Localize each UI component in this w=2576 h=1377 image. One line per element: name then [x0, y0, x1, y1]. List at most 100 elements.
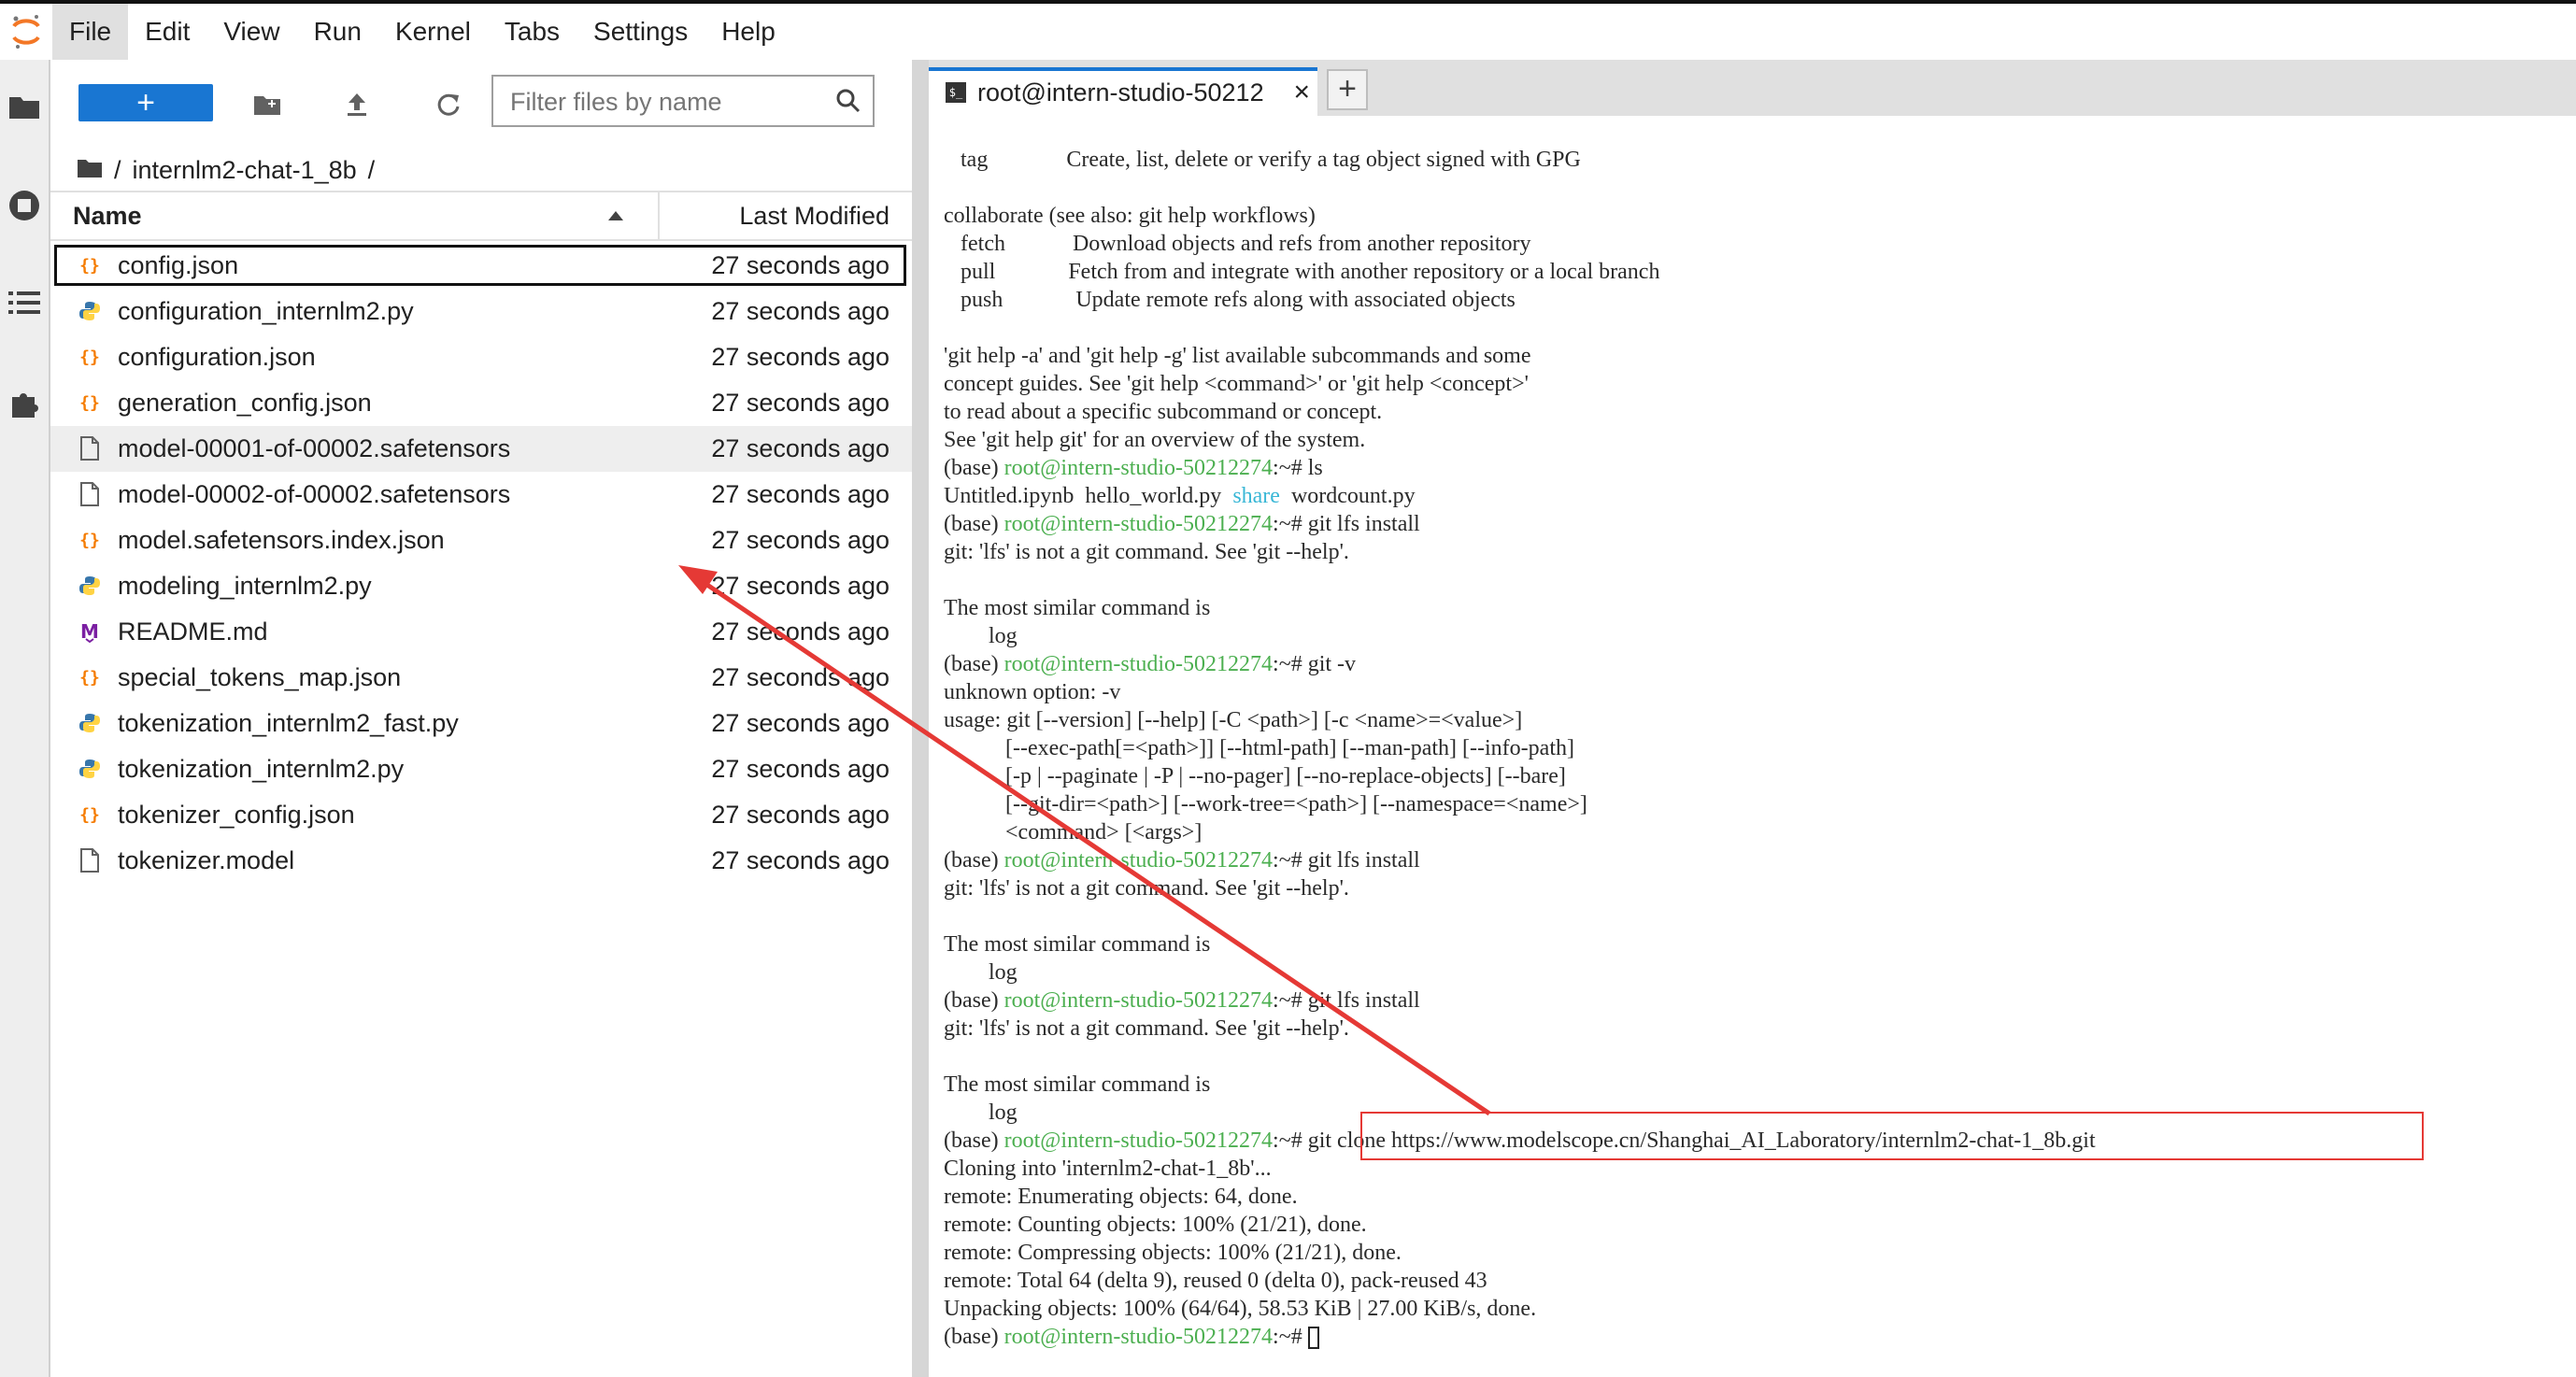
output-text: fetch Download objects and refs from ano…: [944, 232, 1531, 256]
file-icon: [77, 481, 103, 507]
table-of-contents-icon[interactable]: [6, 284, 43, 321]
output-text: <command> [<args>]: [944, 820, 1203, 845]
output-text: log: [944, 624, 1018, 648]
folder-icon[interactable]: [6, 88, 43, 125]
prompt-suffix: :~#: [1273, 456, 1308, 480]
directory-name: share: [1232, 484, 1280, 508]
extension-manager-icon[interactable]: [6, 385, 43, 422]
new-launcher-button[interactable]: +: [78, 84, 213, 121]
file-row[interactable]: M README.md 27 seconds ago: [50, 609, 912, 655]
column-header-name[interactable]: Name: [73, 192, 142, 239]
prompt-env: (base): [944, 988, 1004, 1013]
file-modified: 27 seconds ago: [711, 343, 890, 371]
file-row[interactable]: {} tokenizer_config.json 27 seconds ago: [50, 792, 912, 838]
file-name[interactable]: model-00001-of-00002.safetensors: [118, 426, 510, 472]
menu-run[interactable]: Run: [297, 4, 378, 60]
terminal-line: [--exec-path[=<path>]] [--html-path] [--…: [944, 734, 2569, 762]
breadcrumb-root-sep[interactable]: /: [114, 156, 121, 185]
terminal-tab[interactable]: $_ root@intern-studio-50212 ×: [929, 67, 1317, 116]
file-name[interactable]: model.safetensors.index.json: [118, 518, 445, 563]
running-sessions-icon[interactable]: [6, 187, 43, 224]
file-modified: 27 seconds ago: [711, 526, 890, 554]
breadcrumb-home-folder-icon[interactable]: [77, 156, 103, 185]
menu-help[interactable]: Help: [704, 4, 792, 60]
prompt-env: (base): [944, 512, 1004, 536]
prompt-suffix: :~#: [1273, 652, 1308, 676]
terminal-line: git: 'lfs' is not a git command. See 'gi…: [944, 874, 2569, 902]
output-text: git: 'lfs' is not a git command. See 'gi…: [944, 876, 1349, 901]
filter-files-input[interactable]: [508, 84, 820, 120]
filter-files-field[interactable]: [491, 75, 875, 127]
file-row[interactable]: {} model.safetensors.index.json 27 seconds…: [50, 518, 912, 563]
column-header-last-modified[interactable]: Last Modified: [739, 192, 890, 239]
output-text: tag Create, list, delete or verify a tag…: [944, 148, 1581, 172]
breadcrumb-folder[interactable]: internlm2-chat-1_8b: [133, 156, 357, 185]
file-modified: 27 seconds ago: [711, 251, 890, 279]
prompt-user: root@intern-studio-50212274: [1003, 848, 1274, 873]
terminal-line: concept guides. See 'git help <command>'…: [944, 370, 2569, 398]
menu-kernel[interactable]: Kernel: [378, 4, 488, 60]
file-name[interactable]: README.md: [118, 609, 268, 655]
add-tab-button[interactable]: +: [1327, 69, 1368, 110]
panel-splitter[interactable]: [912, 60, 929, 1377]
file-row[interactable]: {} special_tokens_map.json 27 seconds ago: [50, 655, 912, 701]
json-icon: {}: [77, 344, 103, 370]
tab-bar: $_ root@intern-studio-50212 × +: [929, 60, 2576, 116]
new-folder-icon[interactable]: [250, 88, 284, 121]
file-row[interactable]: {} generation_config.json 27 seconds ago: [50, 380, 912, 426]
file-row[interactable]: tokenization_internlm2_fast.py 27 seconds…: [50, 701, 912, 746]
output-text: remote: Counting objects: 100% (21/21), …: [944, 1213, 1367, 1237]
file-row[interactable]: tokenizer.model 27 seconds ago: [50, 838, 912, 884]
terminal-line: (base) root@intern-studio-50212274:~# ls: [944, 454, 2569, 482]
menu-file[interactable]: File: [52, 4, 129, 60]
menu-edit[interactable]: Edit: [128, 4, 206, 60]
output-text: Cloning into 'internlm2-chat-1_8b'...: [944, 1157, 1272, 1181]
menu-settings[interactable]: Settings: [576, 4, 704, 60]
sort-ascending-icon[interactable]: [607, 209, 624, 226]
file-name[interactable]: special_tokens_map.json: [118, 655, 401, 701]
file-name[interactable]: model-00002-of-00002.safetensors: [118, 472, 510, 518]
file-modified: 27 seconds ago: [711, 480, 890, 508]
file-row[interactable]: model-00001-of-00002.safetensors 27 secon…: [50, 426, 912, 472]
file-name[interactable]: modeling_internlm2.py: [118, 563, 372, 609]
file-name[interactable]: configuration.json: [118, 334, 316, 380]
menu-view[interactable]: View: [206, 4, 296, 60]
python-icon: [77, 710, 103, 736]
svg-text:M: M: [80, 620, 99, 643]
prompt-suffix: :~#: [1273, 988, 1308, 1013]
terminal-output[interactable]: tag Create, list, delete or verify a tag…: [944, 146, 2569, 1370]
file-row[interactable]: {} configuration.json 27 seconds ago: [50, 334, 912, 380]
prompt-user: root@intern-studio-50212274: [1003, 512, 1274, 536]
file-browser-toolbar: +: [50, 60, 912, 144]
file-name[interactable]: config.json: [118, 243, 238, 289]
output-text: remote: Total 64 (delta 9), reused 0 (de…: [944, 1269, 1487, 1293]
file-name[interactable]: configuration_internlm2.py: [118, 289, 414, 334]
output-text: git: 'lfs' is not a git command. See 'gi…: [944, 540, 1349, 564]
file-row[interactable]: tokenization_internlm2.py 27 seconds ago: [50, 746, 912, 792]
file-modified: 27 seconds ago: [711, 801, 890, 829]
prompt-env: (base): [944, 652, 1004, 676]
file-row[interactable]: {} config.json 27 seconds ago: [50, 243, 912, 289]
refresh-icon[interactable]: [432, 88, 465, 121]
file-row[interactable]: modeling_internlm2.py 27 seconds ago: [50, 563, 912, 609]
output-text: remote: Compressing objects: 100% (21/21…: [944, 1241, 1402, 1265]
terminal-line: See 'git help git' for an overview of th…: [944, 426, 2569, 454]
file-name[interactable]: generation_config.json: [118, 380, 372, 426]
file-row[interactable]: model-00002-of-00002.safetensors 27 secon…: [50, 472, 912, 518]
column-divider[interactable]: [658, 192, 660, 239]
file-name[interactable]: tokenization_internlm2.py: [118, 746, 404, 792]
file-name[interactable]: tokenizer_config.json: [118, 792, 355, 838]
output-text: log: [944, 1100, 1018, 1125]
terminal-line: collaborate (see also: git help workflow…: [944, 202, 2569, 230]
terminal-tab-label: root@intern-studio-50212: [977, 78, 1264, 106]
upload-icon[interactable]: [340, 88, 374, 121]
close-tab-icon[interactable]: ×: [1293, 71, 1310, 114]
file-icon: [77, 435, 103, 461]
output-text: The most similar command is: [944, 932, 1211, 957]
file-name[interactable]: tokenizer.model: [118, 838, 294, 884]
menu-tabs[interactable]: Tabs: [488, 4, 576, 60]
terminal-line: (base) root@intern-studio-50212274:~# gi…: [944, 650, 2569, 678]
file-row[interactable]: configuration_internlm2.py 27 seconds ago: [50, 289, 912, 334]
file-name[interactable]: tokenization_internlm2_fast.py: [118, 701, 459, 746]
